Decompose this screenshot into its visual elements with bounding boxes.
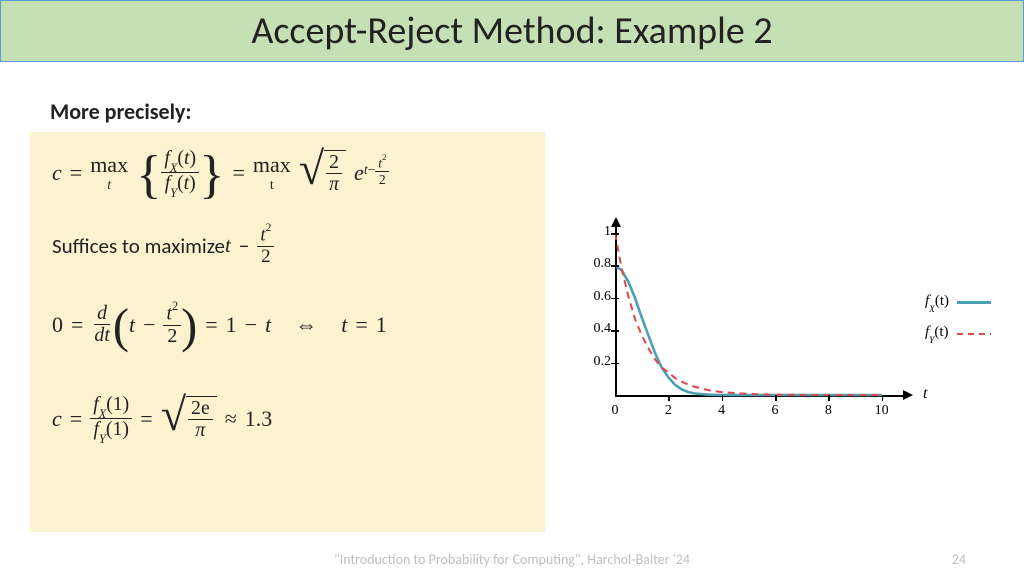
c-value-line: c = fX(1) fY(1) = √2eπ ≈ 1.3: [52, 394, 523, 444]
x-tick-label: 0: [605, 403, 625, 419]
x-tick-label: 6: [765, 403, 785, 419]
y-tick-label: 0.8: [585, 256, 611, 272]
legend-fy: fY(t): [925, 324, 991, 343]
legend-swatch-solid: [957, 301, 991, 304]
footer-citation: "Introduction to Probability for Computi…: [0, 551, 1024, 568]
slide-title-bar: Accept-Reject Method: Example 2: [0, 0, 1024, 62]
subheading: More precisely:: [50, 98, 192, 125]
derivative-line: 0 = ddt ( t − t22 ) = 1 − t ⇔ t = 1: [52, 302, 523, 348]
curve-f_X(t): [615, 266, 882, 396]
chart-legend: fX(t) fY(t): [925, 293, 991, 355]
x-axis-label: t: [923, 385, 927, 403]
math-derivation-box: c = maxt { fX(t) fY(t) } = maxt √2π et−t…: [30, 132, 545, 532]
y-tick-label: 0.2: [585, 354, 611, 370]
chart-axes: t 0.20.40.60.810246810: [615, 225, 915, 415]
legend-swatch-dashed: [957, 333, 991, 335]
legend-fx: fX(t): [925, 293, 991, 312]
x-tick-label: 4: [712, 403, 732, 419]
slide-title: Accept-Reject Method: Example 2: [251, 8, 772, 54]
equation-c-max: c = maxt { fX(t) fY(t) } = maxt √2π et−t…: [52, 148, 523, 198]
chart-curves: [615, 225, 915, 415]
y-tick-label: 1: [585, 224, 611, 240]
page-number: 24: [952, 551, 966, 568]
curve-f_Y(t): [615, 233, 882, 395]
y-tick-label: 0.6: [585, 289, 611, 305]
x-tick-label: 8: [818, 403, 838, 419]
y-tick-label: 0.4: [585, 321, 611, 337]
density-chart: t 0.20.40.60.810246810 fX(t) fY(t): [585, 225, 1005, 440]
x-tick-label: 10: [872, 403, 892, 419]
suffices-line: Suffices to maximize t − t2 2: [52, 224, 523, 268]
x-tick-label: 2: [658, 403, 678, 419]
